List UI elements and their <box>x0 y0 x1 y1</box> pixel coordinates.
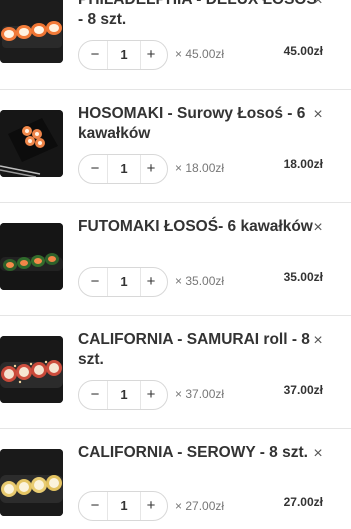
quantity-input[interactable]: 1 <box>107 155 141 183</box>
close-icon: × <box>313 332 323 349</box>
quantity-stepper[interactable]: − 1 + <box>78 40 168 70</box>
product-image[interactable] <box>0 0 63 63</box>
sushi-roll-image <box>0 449 63 516</box>
sushi-roll-image <box>0 223 63 290</box>
increase-quantity-button[interactable]: + <box>137 268 165 296</box>
product-name[interactable]: HOSOMAKI - Surowy Łosoś - 6 kawałków <box>78 104 323 144</box>
remove-item-button[interactable]: × <box>311 106 325 123</box>
unit-price: × 18.00zł <box>175 161 225 175</box>
minus-icon: − <box>90 160 100 177</box>
minus-icon: − <box>90 386 100 403</box>
unit-price: × 27.00zł <box>175 499 225 513</box>
cart-item: CALIFORNIA - SAMURAI roll - 8 szt. × − 1… <box>0 331 351 416</box>
close-icon: × <box>313 219 323 236</box>
cart-item: HOSOMAKI - Surowy Łosoś - 6 kawałków × −… <box>0 105 351 190</box>
item-divider <box>0 89 351 90</box>
remove-item-button[interactable]: × <box>311 332 325 349</box>
remove-item-button[interactable]: × <box>311 219 325 236</box>
product-name[interactable]: CALIFORNIA - SEROWY - 8 szt. <box>78 443 323 463</box>
plus-icon: + <box>146 273 156 290</box>
increase-quantity-button[interactable]: + <box>137 492 165 520</box>
line-total: 35.00zł <box>283 270 323 284</box>
product-image[interactable] <box>0 336 63 403</box>
decrease-quantity-button[interactable]: − <box>81 381 109 409</box>
minus-icon: − <box>90 46 100 63</box>
cart-item: CALIFORNIA - SEROWY - 8 szt. × − 1 + × 2… <box>0 444 351 529</box>
decrease-quantity-button[interactable]: − <box>81 41 109 69</box>
unit-price: × 35.00zł <box>175 274 225 288</box>
sushi-roll-image <box>0 336 63 403</box>
decrease-quantity-button[interactable]: − <box>81 268 109 296</box>
close-icon: × <box>313 445 323 462</box>
quantity-input[interactable]: 1 <box>107 381 141 409</box>
quantity-stepper[interactable]: − 1 + <box>78 491 168 521</box>
minus-icon: − <box>90 497 100 514</box>
decrease-quantity-button[interactable]: − <box>81 492 109 520</box>
increase-quantity-button[interactable]: + <box>137 155 165 183</box>
sushi-roll-image <box>0 0 63 63</box>
quantity-input[interactable]: 1 <box>107 492 141 520</box>
plus-icon: + <box>146 386 156 403</box>
cart-item: PHILADELPHIA - DELUX ŁOSOŚ - 8 szt. × − … <box>0 0 351 76</box>
quantity-stepper[interactable]: − 1 + <box>78 154 168 184</box>
unit-price: × 45.00zł <box>175 47 225 61</box>
quantity-stepper[interactable]: − 1 + <box>78 380 168 410</box>
minus-icon: − <box>90 273 100 290</box>
product-image[interactable] <box>0 223 63 290</box>
remove-item-button[interactable]: × <box>311 445 325 462</box>
sushi-roll-image <box>0 110 63 177</box>
quantity-stepper[interactable]: − 1 + <box>78 267 168 297</box>
quantity-input[interactable]: 1 <box>107 268 141 296</box>
increase-quantity-button[interactable]: + <box>137 41 165 69</box>
plus-icon: + <box>146 46 156 63</box>
product-name[interactable]: CALIFORNIA - SAMURAI roll - 8 szt. <box>78 330 323 370</box>
plus-icon: + <box>146 497 156 514</box>
product-name[interactable]: PHILADELPHIA - DELUX ŁOSOŚ - 8 szt. <box>78 0 323 30</box>
line-total: 45.00zł <box>283 44 323 58</box>
increase-quantity-button[interactable]: + <box>137 381 165 409</box>
product-image[interactable] <box>0 110 63 177</box>
close-icon: × <box>313 106 323 123</box>
line-total: 27.00zł <box>283 495 323 509</box>
decrease-quantity-button[interactable]: − <box>81 155 109 183</box>
quantity-input[interactable]: 1 <box>107 41 141 69</box>
item-divider <box>0 428 351 429</box>
plus-icon: + <box>146 160 156 177</box>
line-total: 18.00zł <box>283 157 323 171</box>
line-total: 37.00zł <box>283 383 323 397</box>
item-divider <box>0 315 351 316</box>
unit-price: × 37.00zł <box>175 387 225 401</box>
product-name[interactable]: FUTOMAKI ŁOSOŚ- 6 kawałków <box>78 217 323 237</box>
cart-item: FUTOMAKI ŁOSOŚ- 6 kawałków × − 1 + × 35.… <box>0 218 351 303</box>
product-image[interactable] <box>0 449 63 516</box>
remove-item-button[interactable]: × <box>311 0 325 9</box>
close-icon: × <box>313 0 323 9</box>
item-divider <box>0 202 351 203</box>
